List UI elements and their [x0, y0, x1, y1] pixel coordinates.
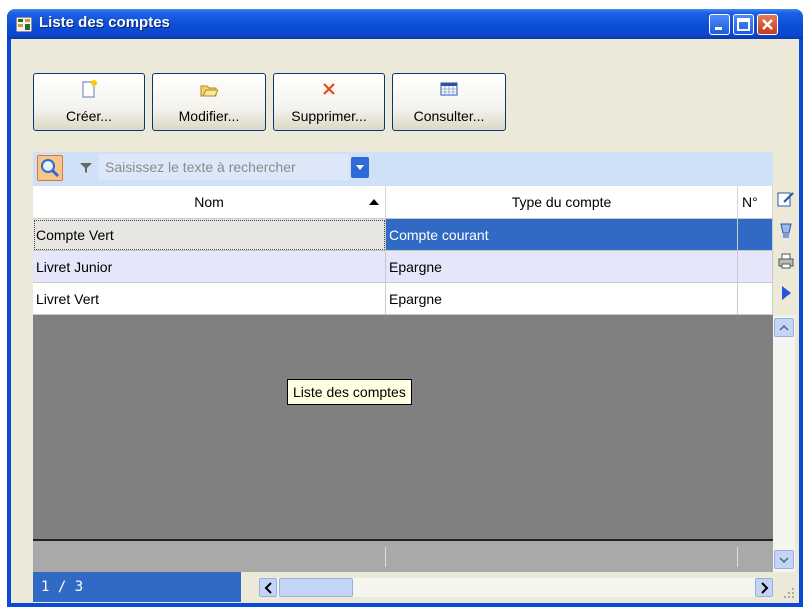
table-cell: Compte courant [386, 219, 738, 251]
chevron-right-icon [761, 582, 769, 594]
toolbar: Créer... Modifier... Supprimer... Consul… [11, 39, 799, 143]
table-cell: Epargne [386, 251, 738, 283]
calendar-icon [440, 82, 458, 96]
new-document-icon [82, 80, 97, 98]
delete-x-icon [323, 83, 335, 95]
table-row[interactable]: Compte Vert Compte courant [33, 219, 773, 251]
footer-divider [737, 547, 738, 567]
table-cell: Livret Junior [33, 251, 386, 283]
table-side-toolbar [773, 192, 797, 572]
dropdown-arrow-icon [356, 165, 364, 170]
table-row[interactable]: Livret Junior Epargne [33, 251, 773, 283]
view-button[interactable]: Consulter... [392, 73, 506, 131]
column-header-label: Nom [194, 194, 224, 210]
chevron-up-icon [779, 324, 789, 331]
play-icon[interactable] [777, 284, 795, 302]
table-cell: Epargne [386, 283, 738, 315]
printer-icon[interactable] [777, 252, 795, 270]
delete-label: Supprimer... [291, 108, 367, 124]
view-label: Consulter... [413, 108, 485, 124]
status-bar: 1 / 3 [33, 572, 773, 602]
search-button[interactable] [37, 155, 63, 181]
maximize-icon [737, 18, 750, 31]
table-header: Nom Type du compte N° [33, 186, 773, 219]
table-cell [738, 219, 773, 251]
search-dropdown-button[interactable] [351, 157, 369, 178]
resize-grip-icon[interactable] [781, 585, 795, 599]
window-title: Liste des comptes [39, 14, 170, 31]
horizontal-scrollbar[interactable] [259, 578, 773, 597]
modify-label: Modifier... [178, 108, 240, 124]
search-bar: Saisissez le texte à rechercher [33, 152, 773, 186]
table-row[interactable]: Livret Vert Epargne [33, 283, 773, 315]
close-icon [762, 19, 773, 30]
create-label: Créer... [66, 108, 112, 124]
tooltip: Liste des comptes [287, 379, 412, 405]
close-button[interactable] [757, 14, 778, 35]
table-cell [738, 283, 773, 315]
record-counter: 1 / 3 [33, 572, 241, 602]
maximize-button[interactable] [733, 14, 754, 35]
title-bar[interactable]: Liste des comptes [7, 9, 803, 39]
window: Liste des comptes Créer... Modifier... S… [7, 9, 803, 607]
table-cell [738, 251, 773, 283]
column-header-type[interactable]: Type du compte [386, 186, 738, 218]
sort-ascending-icon [369, 199, 379, 205]
edit-icon[interactable] [777, 190, 795, 208]
scroll-right-button[interactable] [755, 578, 773, 597]
modify-button[interactable]: Modifier... [152, 73, 266, 131]
scroll-left-button[interactable] [259, 578, 277, 597]
app-icon [16, 17, 32, 32]
scroll-thumb[interactable] [279, 578, 353, 597]
table-cell: Livret Vert [33, 283, 386, 315]
delete-button[interactable]: Supprimer... [273, 73, 385, 131]
column-header-nom[interactable]: Nom [33, 186, 386, 218]
column-header-label: N° [742, 194, 758, 210]
search-input[interactable]: Saisissez le texte à rechercher [99, 154, 349, 180]
cup-icon[interactable] [777, 222, 795, 240]
vertical-scrollbar[interactable] [773, 316, 795, 572]
filter-icon[interactable] [79, 161, 93, 175]
create-button[interactable]: Créer... [33, 73, 145, 131]
search-icon [41, 159, 60, 178]
column-header-label: Type du compte [511, 194, 612, 210]
minimize-button[interactable] [709, 14, 730, 35]
table-cell: Compte Vert [33, 219, 386, 251]
scroll-down-button[interactable] [774, 550, 794, 569]
window-client-area: Créer... Modifier... Supprimer... Consul… [11, 39, 799, 603]
folder-open-icon [200, 85, 218, 97]
footer-divider [385, 547, 386, 567]
minimize-icon [715, 27, 722, 30]
table-footer-row [33, 539, 773, 572]
column-header-numero[interactable]: N° [738, 186, 773, 218]
chevron-down-icon [779, 557, 789, 564]
chevron-left-icon [264, 582, 272, 594]
scroll-up-button[interactable] [774, 318, 794, 337]
